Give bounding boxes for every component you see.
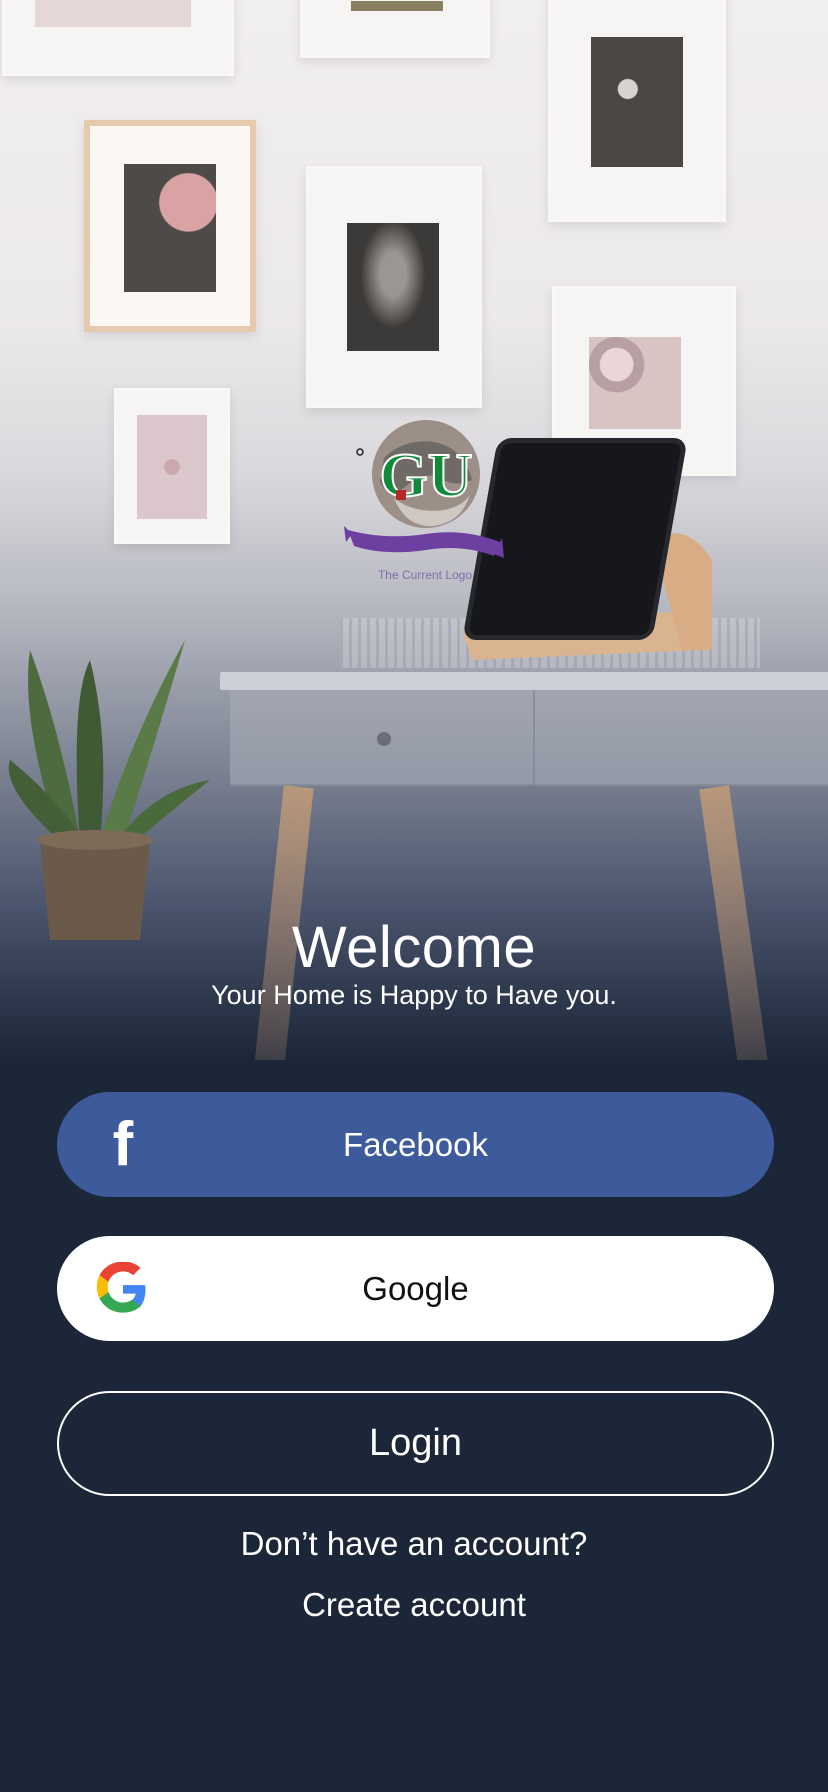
facebook-icon: f: [112, 1109, 134, 1179]
potted-plant: [8, 640, 210, 940]
picture-frame: [300, 0, 490, 58]
picture-frame: [306, 166, 482, 408]
app-logo: GU: [344, 420, 504, 558]
google-login-button[interactable]: Google: [57, 1236, 774, 1341]
drawer-knob: [377, 732, 391, 746]
picture-frame: [84, 120, 256, 332]
desk-drawer: [230, 690, 828, 786]
picture-frame: [548, 0, 726, 222]
picture-frame: [2, 0, 234, 76]
welcome-subtitle: Your Home is Happy to Have you.: [211, 980, 617, 1010]
desk-top: [220, 672, 828, 690]
welcome-title: Welcome: [291, 915, 537, 980]
facebook-login-button[interactable]: f Facebook: [57, 1092, 774, 1197]
google-button-label: Google: [362, 1269, 469, 1307]
background-image: GU The Current Logo: [0, 0, 828, 1060]
picture-frame: [114, 388, 230, 544]
facebook-button-label: Facebook: [343, 1125, 488, 1163]
create-account-link[interactable]: Create account: [0, 1586, 828, 1624]
no-account-text: Don’t have an account?: [240, 1525, 588, 1562]
svg-text:GU: GU: [380, 442, 473, 510]
login-button[interactable]: Login: [57, 1391, 774, 1496]
logo-caption: The Current Logo: [377, 568, 473, 582]
google-icon: [95, 1261, 151, 1317]
login-button-label: Login: [369, 1422, 462, 1464]
